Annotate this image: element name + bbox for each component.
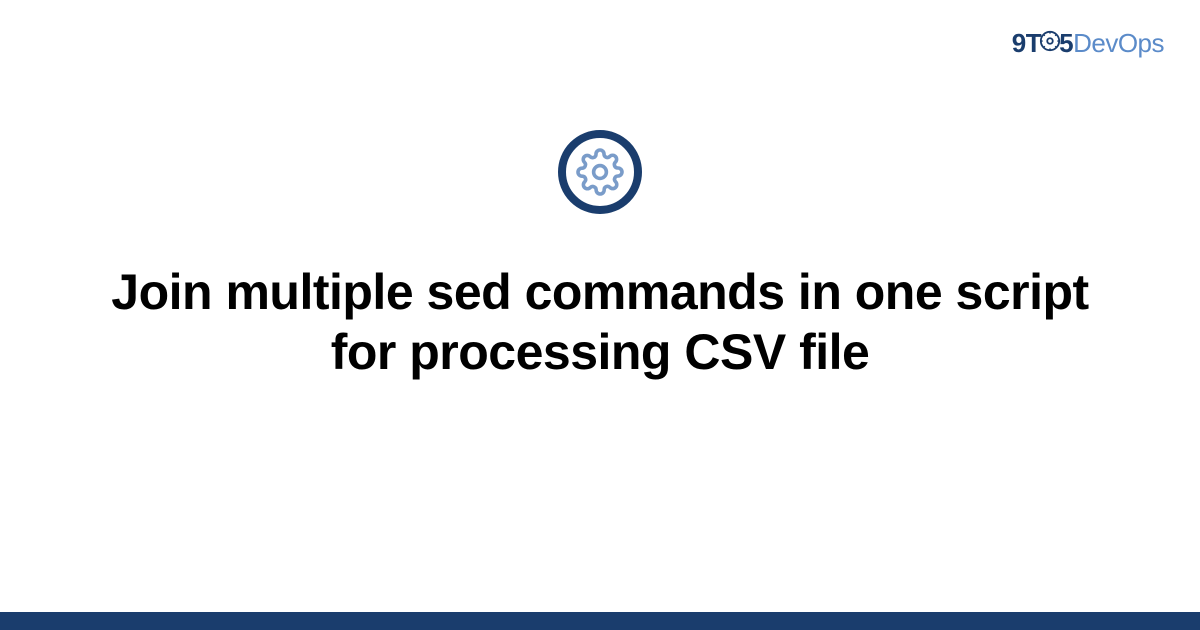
logo-text-devops: DevOps [1073,28,1164,58]
page-title: Join multiple sed commands in one script… [90,262,1110,382]
logo-text-9t: 9T [1012,28,1041,58]
main-content: Join multiple sed commands in one script… [0,130,1200,382]
bottom-accent-bar [0,612,1200,630]
gear-circle-icon [558,130,642,214]
site-logo: 9T 5DevOps [1012,28,1164,61]
logo-text-5: 5 [1059,28,1073,58]
logo-gear-icon [1039,28,1061,59]
